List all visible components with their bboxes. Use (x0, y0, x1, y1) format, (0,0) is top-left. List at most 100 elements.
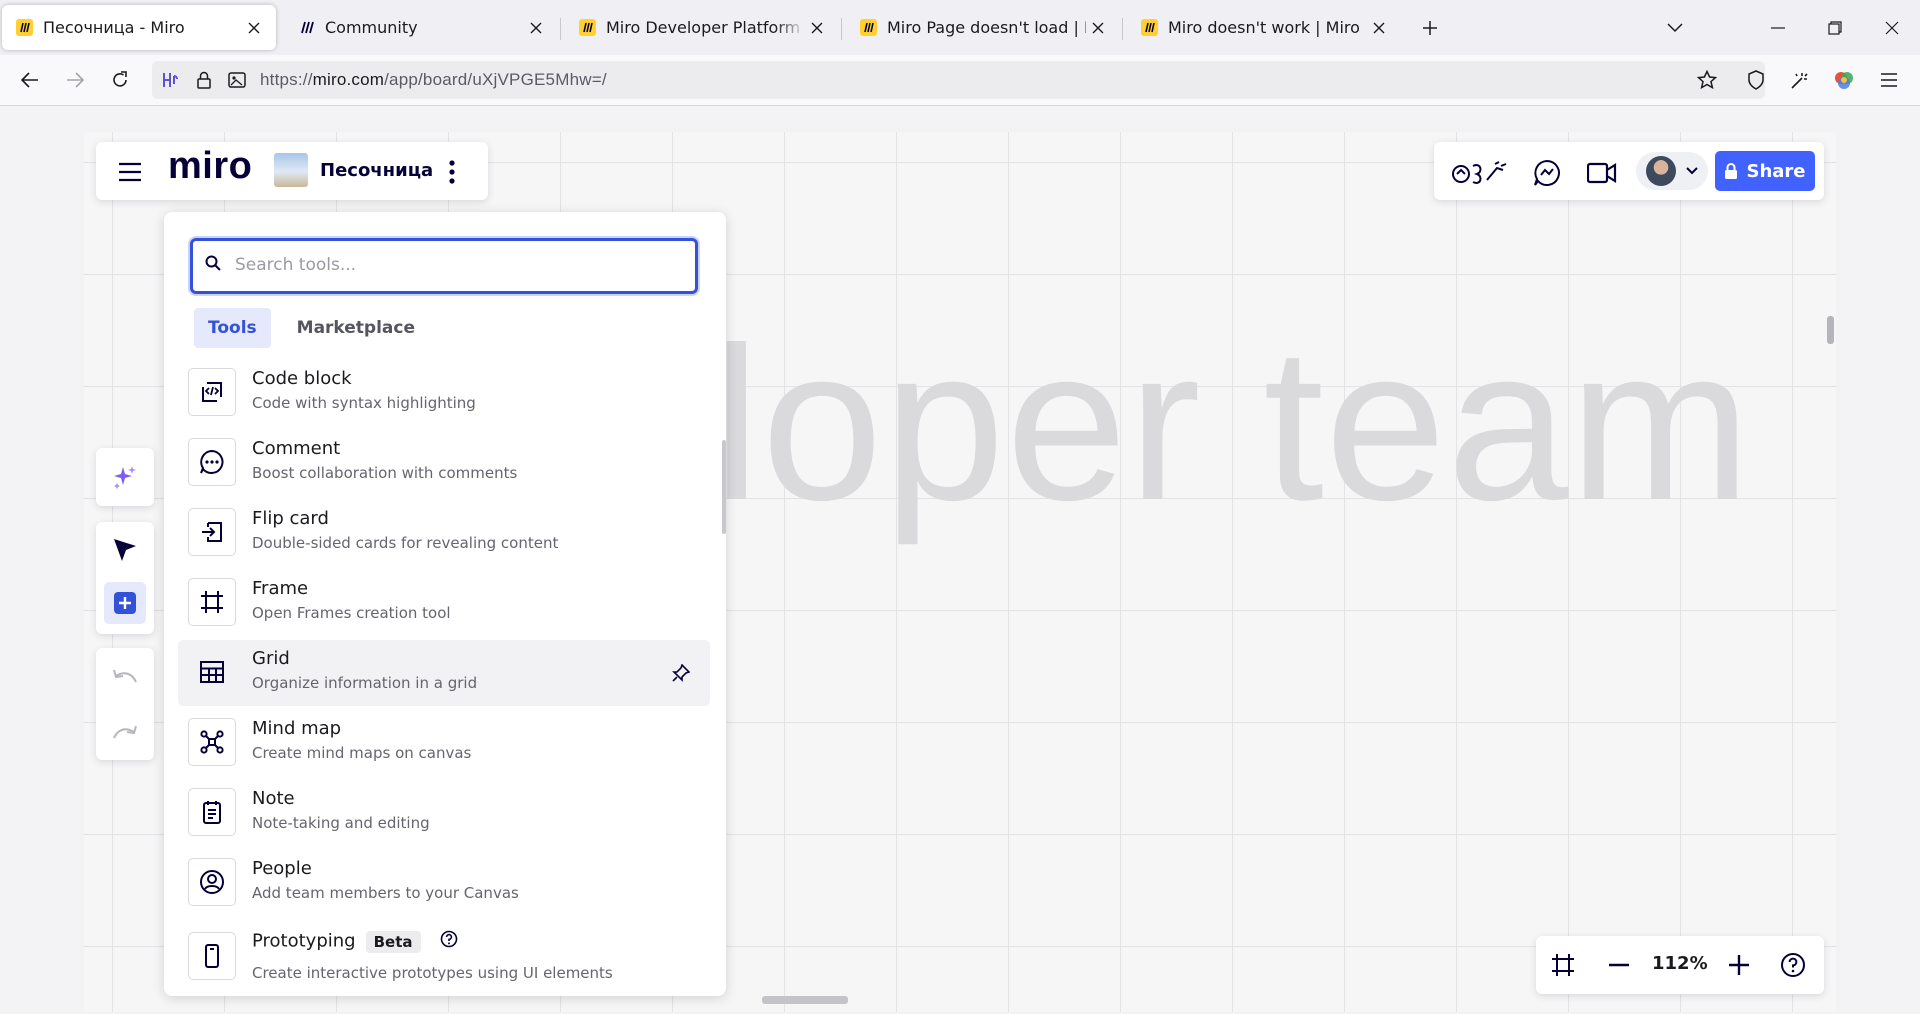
url-bar[interactable]: https://miro.com/app/board/uXjVPGE5Mhw=/ (152, 61, 1765, 99)
canvas-vertical-scrollbar[interactable] (1827, 316, 1834, 344)
main-menu-icon[interactable] (114, 156, 146, 188)
undo-icon[interactable] (107, 658, 143, 694)
lock-icon (1725, 162, 1738, 179)
search-icon (205, 255, 221, 275)
profile-color-icon[interactable] (1828, 64, 1860, 96)
canvas-horizontal-scrollbar[interactable] (762, 996, 848, 1004)
tool-name: Frame (252, 578, 309, 599)
tool-item-flip-card[interactable]: Flip card Double-sided cards for reveali… (178, 500, 710, 566)
miro-favicon-icon (579, 19, 596, 36)
beta-badge: Beta (365, 930, 421, 953)
tool-name: Flip card (252, 508, 329, 529)
tab-marketplace[interactable]: Marketplace (283, 308, 429, 348)
forward-button[interactable] (59, 64, 91, 96)
pin-icon[interactable] (672, 663, 691, 686)
tab-title: Песочница - Miro (43, 18, 185, 37)
plus-icon (114, 592, 136, 614)
miro-favicon-icon (860, 19, 877, 36)
video-call-icon[interactable] (1584, 156, 1620, 190)
url-path: /app/board/uXjVPGE5Mhw=/ (384, 70, 607, 89)
tool-item-note[interactable]: Note Note-taking and editing (178, 780, 710, 846)
tool-description: Boost collaboration with comments (252, 464, 518, 482)
grid-icon (188, 648, 236, 696)
tool-item-people[interactable]: People Add team members to your Canvas (178, 850, 710, 916)
tool-name: Comment (252, 438, 341, 459)
close-tab-icon[interactable] (242, 16, 266, 40)
prototyping-icon (188, 932, 236, 980)
zoom-level[interactable]: 112% (1652, 953, 1708, 974)
shield-icon[interactable] (1740, 64, 1772, 96)
tool-description: Code with syntax highlighting (252, 394, 476, 412)
code-block-icon (188, 368, 236, 416)
redo-icon[interactable] (107, 714, 143, 750)
more-options-icon[interactable] (436, 156, 468, 188)
tool-item-frame[interactable]: Frame Open Frames creation tool (178, 570, 710, 636)
minimize-button[interactable] (1758, 14, 1798, 42)
share-button[interactable]: Share (1715, 151, 1815, 191)
flip-card-icon (188, 508, 236, 556)
tab-tools[interactable]: Tools (194, 308, 271, 348)
close-tab-icon[interactable] (524, 16, 548, 40)
comment-icon (188, 438, 236, 486)
browser-tabstrip: Песочница - Miro Community Miro Develope… (0, 0, 1920, 55)
tool-description: Create interactive prototypes using UI e… (252, 964, 613, 982)
zoom-out-icon[interactable] (1602, 948, 1636, 982)
restore-button[interactable] (1815, 14, 1855, 42)
reload-button[interactable] (104, 64, 136, 96)
miro-favicon-icon (1141, 19, 1158, 36)
chat-icon[interactable] (1530, 156, 1564, 190)
tools-tabs: Tools Marketplace (194, 308, 429, 348)
ai-sparkle-icon[interactable] (109, 461, 141, 493)
help-icon[interactable] (440, 930, 458, 953)
tool-description: Open Frames creation tool (252, 604, 451, 622)
share-label: Share (1746, 160, 1806, 182)
board-thumbnail[interactable] (274, 153, 308, 187)
url-text: https://miro.com/app/board/uXjVPGE5Mhw=/ (260, 70, 607, 90)
fit-to-screen-icon[interactable] (1546, 948, 1580, 982)
list-all-tabs-button[interactable] (1655, 14, 1695, 42)
close-tab-icon[interactable] (805, 16, 829, 40)
tool-item-prototyping[interactable]: Prototyping Beta Create interactive proto… (178, 920, 710, 996)
tool-description: Add team members to your Canvas (252, 884, 519, 902)
close-tab-icon[interactable] (1086, 16, 1110, 40)
search-tools-input[interactable] (233, 249, 677, 281)
people-icon (188, 858, 236, 906)
close-tab-icon[interactable] (1367, 16, 1391, 40)
tool-description: Note-taking and editing (252, 814, 430, 832)
tool-item-comment[interactable]: Comment Boost collaboration with comment… (178, 430, 710, 496)
note-icon (188, 788, 236, 836)
lock-icon[interactable] (196, 70, 212, 94)
canvas-text[interactable]: loper team (712, 300, 1752, 550)
tool-description: Create mind maps on canvas (252, 744, 472, 762)
user-menu[interactable] (1636, 152, 1708, 190)
new-tab-button[interactable] (1414, 14, 1446, 42)
tool-item-code-block[interactable]: Code block Code with syntax highlighting (178, 360, 710, 426)
tab-title: Miro Page doesn't load | Miro (887, 18, 1086, 37)
browser-tab[interactable]: Песочница - Miro (2, 5, 276, 50)
chevron-down-icon (1686, 167, 1698, 175)
browser-tab[interactable]: Community (284, 5, 558, 50)
zoom-in-icon[interactable] (1722, 948, 1756, 982)
app-menu-icon[interactable] (1873, 64, 1905, 96)
tool-item-mind-map[interactable]: Mind map Create mind maps on canvas (178, 710, 710, 776)
tool-item-grid[interactable]: Grid Organize information in a grid (178, 640, 710, 706)
board-name[interactable]: Песочница (320, 160, 433, 181)
permissions-icon[interactable] (228, 71, 246, 93)
tools-scrollbar[interactable] (722, 440, 726, 534)
extension-icon[interactable] (160, 70, 180, 94)
browser-tab[interactable]: Miro doesn't work | Miro (1127, 5, 1401, 50)
add-tools-button[interactable] (104, 582, 146, 624)
bookmark-star-icon[interactable] (1696, 69, 1718, 94)
tab-title: Community (325, 18, 418, 37)
reactions-icon[interactable] (1450, 155, 1510, 189)
miro-logo[interactable]: miro (168, 145, 252, 188)
tool-name: Prototyping Beta (252, 930, 458, 953)
back-button[interactable] (14, 64, 46, 96)
extensions-icon[interactable] (1784, 64, 1816, 96)
browser-tab[interactable]: Miro Developer Platform & API (565, 5, 839, 50)
close-window-button[interactable] (1872, 14, 1912, 42)
select-arrow-icon[interactable] (107, 532, 143, 568)
tool-description: Double-sided cards for revealing content (252, 534, 559, 552)
help-icon[interactable] (1776, 948, 1810, 982)
browser-tab[interactable]: Miro Page doesn't load | Miro (846, 5, 1120, 50)
